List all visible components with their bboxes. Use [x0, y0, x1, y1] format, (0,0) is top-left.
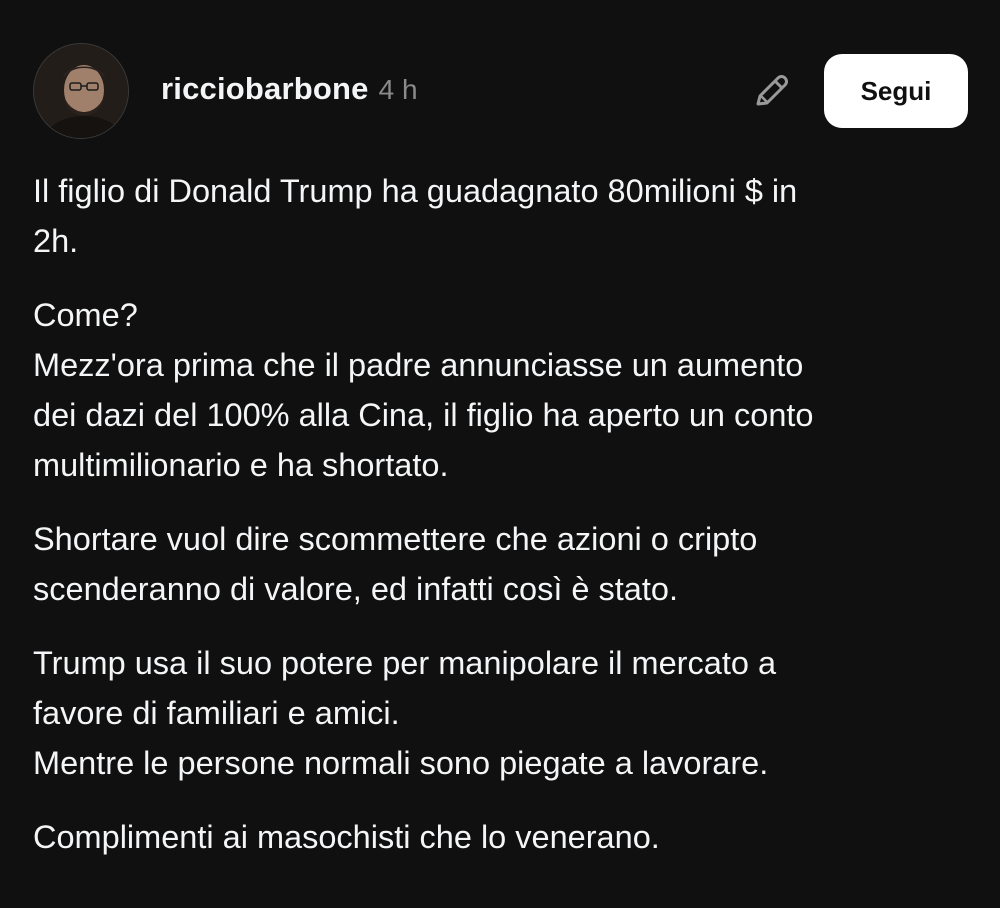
- author-info: ricciobarbone 4 h: [161, 71, 418, 107]
- follow-button[interactable]: Segui: [824, 54, 968, 128]
- post-text-line: Come?: [33, 297, 138, 333]
- timestamp: 4 h: [378, 74, 418, 105]
- post-text-line: Il figlio di Donald Trump ha guadagnato …: [33, 173, 798, 209]
- post-text-line: Complimenti ai masochisti che lo veneran…: [33, 819, 660, 855]
- post-text-line: Mezz'ora prima che il padre annunciasse …: [33, 347, 804, 383]
- post-text-line: Mentre le persone normali sono piegate a…: [33, 745, 769, 781]
- pencil-icon[interactable]: [751, 71, 791, 111]
- post-paragraph: Come? Mezz'ora prima che il padre annunci…: [33, 290, 953, 490]
- post-paragraph: Trump usa il suo potere per manipolare i…: [33, 638, 953, 788]
- post-header: ricciobarbone 4 h Segui: [33, 43, 968, 139]
- post-text: Il figlio di Donald Trump ha guadagnato …: [33, 166, 953, 862]
- post-text-line: favore di familiari e amici.: [33, 695, 400, 731]
- post-text-line: multimilionario e ha shortato.: [33, 447, 449, 483]
- post-text-line: Shortare vuol dire scommettere che azion…: [33, 521, 758, 557]
- post-paragraph: Complimenti ai masochisti che lo veneran…: [33, 812, 953, 862]
- user-avatar-icon: [34, 44, 128, 138]
- post-paragraph: Il figlio di Donald Trump ha guadagnato …: [33, 166, 953, 266]
- post: ricciobarbone 4 h Segui Il figlio di Don…: [0, 0, 1000, 908]
- post-text-line: Trump usa il suo potere per manipolare i…: [33, 645, 777, 681]
- avatar[interactable]: [33, 43, 129, 139]
- post-text-line: 2h.: [33, 223, 79, 259]
- post-text-line: dei dazi del 100% alla Cina, il figlio h…: [33, 397, 814, 433]
- post-text-line: scenderanno di valore, ed infatti così è…: [33, 571, 678, 607]
- username[interactable]: ricciobarbone: [161, 71, 369, 107]
- post-paragraph: Shortare vuol dire scommettere che azion…: [33, 514, 953, 614]
